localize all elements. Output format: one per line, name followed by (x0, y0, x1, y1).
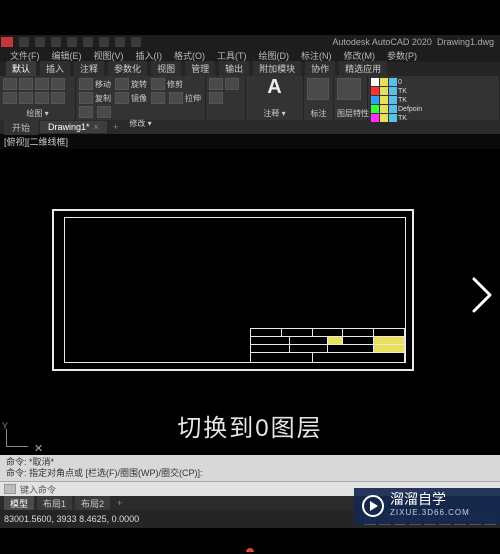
file-tabs: 开始 Drawing1*× + (0, 120, 500, 134)
ribbon-tab-collab[interactable]: 协作 (305, 61, 335, 76)
dim-style-icon[interactable] (307, 78, 329, 100)
layout-tab-layout1[interactable]: 布局1 (37, 496, 72, 511)
ribbon-tab-view[interactable]: 视图 (151, 61, 181, 76)
tool-fillet-icon[interactable] (151, 92, 165, 104)
file-tab-start[interactable]: 开始 (4, 120, 38, 135)
layer-props-icon[interactable] (337, 78, 361, 100)
qat-more-icon[interactable] (131, 37, 141, 47)
file-tab-drawing1[interactable]: Drawing1*× (40, 121, 107, 133)
tool-leader-icon[interactable] (225, 78, 239, 90)
layer-row[interactable]: TK (371, 87, 496, 95)
tool-copy-icon[interactable] (79, 92, 93, 104)
layout-tab-add[interactable]: + (113, 498, 126, 508)
ribbon-tabs: 默认 插入 注释 参数化 视图 管理 输出 附加模块 协作 精选应用 (0, 62, 500, 76)
panel-annot-label[interactable]: 注释 ▾ (249, 108, 300, 120)
layer-row[interactable]: TK (371, 96, 496, 104)
tool-rotate-icon[interactable] (115, 78, 129, 90)
layer-row[interactable]: Defpoin (371, 105, 496, 113)
panel-draw-label[interactable]: 绘图 ▾ (3, 108, 72, 120)
tool-polyline-icon[interactable] (19, 78, 33, 90)
layer-row[interactable]: 0 (371, 78, 496, 86)
layer-row[interactable]: TK (371, 114, 496, 122)
drawing-canvas[interactable]: Y ✕ 切换到0图层 (0, 149, 500, 455)
qat-save-icon[interactable] (51, 37, 61, 47)
watermark-url: ZIXUE.3D66.COM (390, 506, 470, 519)
ribbon-tab-insert[interactable]: 插入 (40, 61, 70, 76)
qat-plot-icon[interactable] (83, 37, 93, 47)
record-indicator-icon (246, 548, 254, 552)
cmd-chevron-icon[interactable] (4, 484, 16, 494)
layout-tab-model[interactable]: 模型 (4, 496, 34, 511)
qat-new-icon[interactable] (19, 37, 29, 47)
tool-table-icon[interactable] (209, 92, 223, 104)
menu-param[interactable]: 参数(P) (387, 49, 417, 62)
tool-circle-icon[interactable] (35, 78, 49, 90)
tool-array-icon[interactable] (97, 106, 111, 118)
qat-saveas-icon[interactable] (67, 37, 77, 47)
cmd-history-line: 命令: 指定对角点或 [栏选(F)/圈围(WP)/圈交(CP)]: (6, 468, 494, 479)
ribbon-tab-featured[interactable]: 精选应用 (339, 61, 387, 76)
close-icon[interactable]: × (94, 122, 99, 132)
tool-ellipse-icon[interactable] (19, 92, 33, 104)
ribbon-tab-manage[interactable]: 管理 (185, 61, 215, 76)
text-tool-icon[interactable]: A (249, 78, 300, 96)
panel-dim-small (209, 110, 242, 120)
play-icon (362, 495, 384, 517)
file-tab-add[interactable]: + (109, 122, 122, 132)
layer-list: 0 TK TK Defpoin TK (371, 78, 496, 122)
tool-dim-icon[interactable] (209, 78, 223, 90)
tool-stretch-icon[interactable] (169, 92, 183, 104)
tool-mirror-icon[interactable] (115, 92, 129, 104)
crosshair-close-icon: ✕ (34, 442, 43, 455)
status-coords: 83001.5600, 3933 8.4625, 0.0000 (4, 514, 139, 524)
qat-undo-icon[interactable] (99, 37, 109, 47)
ribbon-tab-addin[interactable]: 附加模块 (253, 61, 301, 76)
tool-move-icon[interactable] (79, 78, 93, 90)
watermark: 溜溜自学 ZIXUE.3D66.COM (354, 488, 500, 524)
panel-layerprops-label: 图层特性 (337, 108, 364, 120)
tool-trim-icon[interactable] (151, 78, 165, 90)
drawing-inner-frame (64, 217, 406, 363)
app-icon[interactable] (1, 37, 13, 47)
cmd-history-line: 命令: *取消* (6, 457, 494, 468)
view-label[interactable]: [俯视][二维线框] (0, 134, 500, 149)
tool-arc-icon[interactable] (51, 78, 65, 90)
command-input[interactable]: 键入命令 (20, 483, 56, 496)
ribbon: 绘图 ▾ 移动 旋转 修剪 复制 镜像 拉伸 修改 ▾ A 注释 ▾ 标注 (0, 76, 500, 120)
drawing-frame (52, 209, 414, 371)
ribbon-tab-param[interactable]: 参数化 (108, 61, 147, 76)
ribbon-tab-output[interactable]: 输出 (219, 61, 249, 76)
tool-spline-icon[interactable] (51, 92, 65, 104)
qat-redo-icon[interactable] (115, 37, 125, 47)
tool-line-icon[interactable] (3, 78, 17, 90)
overlay-caption: 切换到0图层 (0, 408, 500, 443)
watermark-title: 溜溜自学 (390, 493, 470, 506)
ribbon-tab-default[interactable]: 默认 (6, 61, 36, 76)
next-arrow-icon[interactable] (470, 277, 494, 313)
qat-open-icon[interactable] (35, 37, 45, 47)
tool-scale-icon[interactable] (79, 106, 93, 118)
tool-hatch-icon[interactable] (35, 92, 49, 104)
panel-dim-label: 标注 (307, 108, 330, 120)
window-title: Autodesk AutoCAD 2020 Drawing1.dwg (332, 37, 494, 47)
tool-rect-icon[interactable] (3, 92, 17, 104)
title-block (250, 328, 405, 362)
layout-tab-layout2[interactable]: 布局2 (75, 496, 110, 511)
ribbon-tab-annotation[interactable]: 注释 (74, 61, 104, 76)
